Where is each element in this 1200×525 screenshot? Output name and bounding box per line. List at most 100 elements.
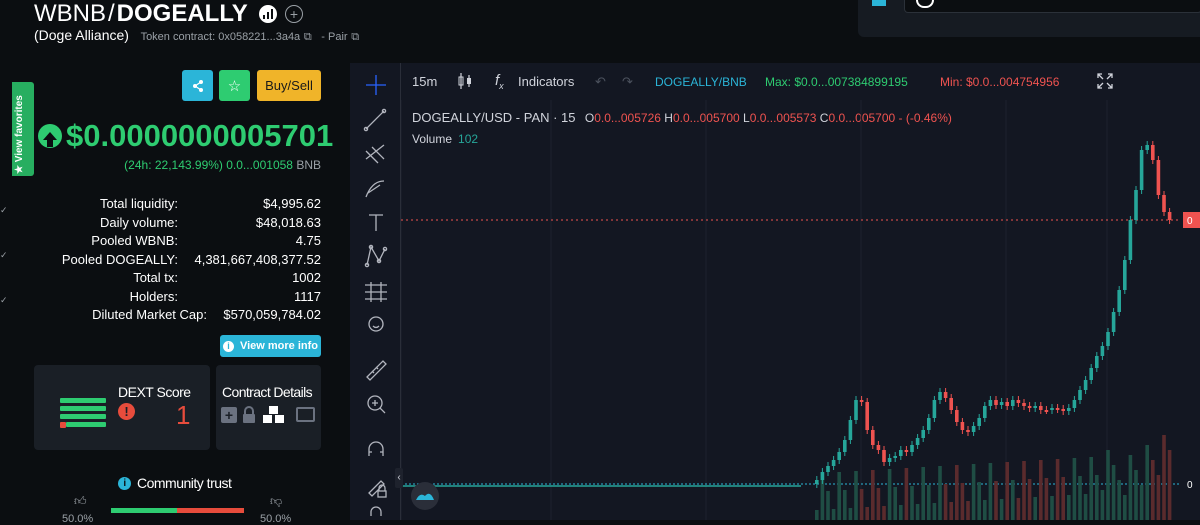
volume-bar [1005, 462, 1009, 520]
price-display: $0.0000000005701 [38, 118, 333, 154]
pattern-icon[interactable] [364, 244, 388, 268]
volume-bar [1067, 495, 1071, 520]
volume-bar [1039, 460, 1043, 520]
undo-icon[interactable]: ↶ [595, 74, 606, 90]
stat-row: Pooled WBNB: 4.75 [34, 233, 321, 251]
interval-button[interactable]: 15m [412, 74, 437, 89]
collapse-arrow-icon[interactable]: ‹ [395, 468, 403, 488]
indicators-button[interactable]: Indicators [518, 74, 574, 89]
trend-line-icon[interactable] [363, 108, 387, 132]
volume-bar [1050, 496, 1054, 520]
stat-label: Holders: [129, 289, 178, 304]
price-change-value: (24h: 22,143.99%) 0.0...001058 [124, 158, 293, 172]
volume-bar [977, 482, 981, 520]
favorite-button[interactable]: ☆ [219, 70, 250, 101]
thumbs-up-icon[interactable]: 👍︎ [74, 494, 87, 509]
stat-row: Pooled DOGEALLY: 4,381,667,408,377.52 [34, 252, 321, 270]
candles [815, 141, 1172, 488]
candle [1067, 408, 1071, 411]
money-icon [296, 407, 315, 422]
candle [848, 420, 853, 440]
lock-draw-icon[interactable] [368, 480, 387, 498]
magnet-icon[interactable] [368, 441, 384, 456]
indicators-icon[interactable]: fx [495, 72, 504, 91]
candle [1044, 410, 1049, 412]
candle [915, 438, 920, 445]
menu-icon[interactable] [872, 0, 886, 6]
ruler-icon[interactable] [366, 360, 387, 381]
crosshair-icon[interactable] [366, 75, 386, 95]
volume-bar [1022, 461, 1026, 520]
plus-icon: + [221, 407, 237, 423]
volume-bar [971, 464, 976, 520]
candle [1083, 380, 1088, 390]
redo-icon[interactable]: ↷ [622, 74, 633, 90]
price-chart[interactable]: 0 0 [401, 100, 1200, 520]
candle [1167, 212, 1172, 220]
stat-label: Daily volume: [99, 215, 178, 230]
volume-bar [1156, 475, 1161, 520]
candle [994, 400, 998, 405]
thumbs-down-icon[interactable]: 👎︎ [270, 494, 282, 509]
info-icon: i [118, 476, 131, 490]
candle [938, 392, 942, 400]
volume-bar [871, 470, 875, 520]
volume-bar [899, 505, 903, 520]
pair-label[interactable]: DOGEALLY/BNB [655, 75, 747, 89]
emoji-icon[interactable] [368, 316, 384, 332]
text-icon[interactable] [369, 214, 383, 231]
candle [843, 440, 847, 452]
zoom-icon[interactable] [367, 395, 386, 414]
view-more-info-button[interactable]: i View more info [220, 335, 321, 357]
candle [876, 445, 881, 450]
share-button[interactable] [182, 70, 213, 101]
chart-icon[interactable] [259, 5, 277, 23]
stat-value: $4,995.62 [263, 196, 321, 211]
volume-bar [1078, 476, 1082, 520]
stat-label: Pooled DOGEALLY: [61, 252, 178, 267]
view-favorites-tab[interactable]: ★ View favorites [12, 82, 34, 176]
copy-icon[interactable]: ⧉ [351, 31, 359, 43]
prediction-icon[interactable] [365, 282, 387, 302]
copy-icon[interactable]: ⧉ [304, 31, 312, 43]
candle [1011, 400, 1015, 406]
arrow-up-icon [38, 124, 62, 148]
volume-bar [854, 471, 858, 520]
volume-bar [1027, 479, 1032, 520]
candle [983, 406, 987, 418]
volume-bar [943, 484, 948, 520]
brush-icon[interactable] [365, 180, 385, 198]
favorites-label: ★ View favorites [14, 95, 25, 174]
dext-score-title: DEXT Score [118, 384, 191, 400]
tradingview-logo [411, 482, 439, 510]
search-input[interactable] [904, 0, 1200, 13]
fullscreen-icon[interactable] [1097, 73, 1113, 94]
contract-label[interactable]: Token contract: 0x058221...3a4a [141, 31, 301, 43]
candle [988, 400, 993, 406]
score-bars-icon [60, 398, 106, 435]
candles-icon[interactable] [457, 72, 473, 95]
token-subline: (Doge Alliance) Token contract: 0x058221… [34, 27, 359, 44]
volume-bar [815, 510, 819, 520]
stat-row: Diluted Market Cap: $570,059,784.02 [34, 307, 321, 325]
candle [971, 426, 976, 432]
volume-bar [831, 509, 836, 520]
volume-bar [876, 488, 881, 520]
left-strip: ✓ ✓ ✓ [0, 70, 12, 520]
token-name: (Doge Alliance) [34, 27, 129, 43]
candle [1145, 145, 1149, 150]
pair-label[interactable]: - Pair [321, 31, 347, 43]
candle [1022, 403, 1026, 406]
volume-bar [921, 467, 925, 520]
buy-sell-button[interactable]: Buy/Sell [257, 70, 321, 101]
check-icon: ✓ [0, 295, 8, 305]
candle [1162, 195, 1166, 212]
base-symbol: WBNB [34, 0, 106, 27]
volume-bar [994, 481, 998, 520]
alert-icon: ! [118, 403, 135, 420]
candle [1134, 190, 1138, 220]
lock-icon[interactable] [370, 506, 382, 516]
star-icon: ☆ [227, 77, 242, 95]
add-icon[interactable]: + [285, 5, 303, 23]
fib-icon[interactable] [365, 144, 385, 164]
